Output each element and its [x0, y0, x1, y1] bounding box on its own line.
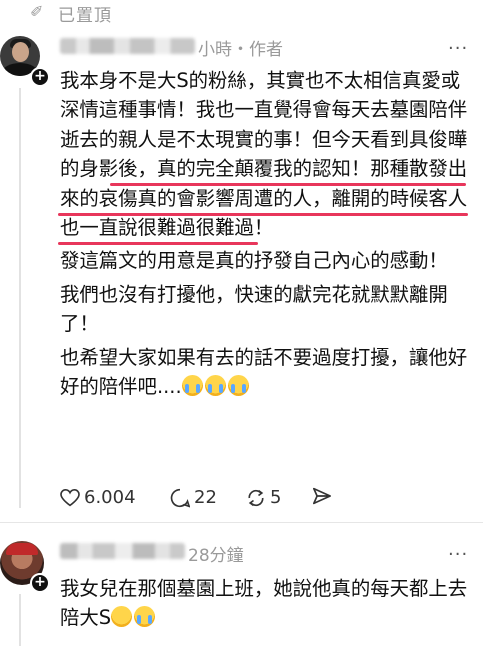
reply-meta: 28分鐘 — [188, 546, 244, 566]
crying-face-icon — [181, 375, 203, 397]
comment-button[interactable]: 22 — [170, 487, 217, 508]
follow-plus-icon[interactable]: + — [30, 573, 50, 593]
more-options-icon[interactable]: ... — [448, 33, 468, 54]
pin-icon: ✐ — [30, 2, 44, 21]
send-icon — [313, 487, 331, 505]
more-options-icon[interactable]: ... — [448, 539, 468, 560]
thread-line — [19, 594, 21, 646]
post-paragraph: 也希望大家如果有去的話不要過度打擾，讓他好好的陪伴吧.... — [60, 345, 468, 399]
repost-count: 5 — [270, 487, 282, 508]
thread-line — [19, 88, 21, 508]
highlight-underline — [58, 213, 468, 216]
comment-icon — [170, 488, 190, 507]
like-button[interactable]: 6.004 — [60, 487, 136, 508]
highlight-underline — [110, 183, 466, 186]
post-body: 我本身不是大S的粉絲，其實也不太相信真愛或深情這種事情！我也一直覺得會每天去墓園… — [60, 66, 472, 405]
comment-count: 22 — [194, 487, 217, 508]
share-button[interactable] — [312, 487, 332, 505]
pinned-label: 已置頂 — [58, 6, 112, 26]
reply-body: 我女兒在那個墓園上班，她說他真的每天都上去陪大S — [60, 574, 472, 633]
author-name-blurred[interactable] — [60, 38, 195, 54]
highlight-underline — [58, 242, 258, 245]
reply-name-blurred[interactable] — [60, 543, 185, 559]
like-count: 6.004 — [84, 487, 136, 508]
heart-icon — [60, 488, 80, 506]
crying-face-icon — [134, 606, 156, 628]
pleading-face-icon — [111, 606, 133, 628]
post-paragraph: 我們也沒有打擾他，快速的獻完花就默默離開了！ — [60, 282, 448, 336]
pinned-header: ✐ 已置頂 — [0, 0, 483, 26]
divider — [0, 522, 483, 523]
follow-plus-icon[interactable]: + — [30, 67, 50, 87]
post-paragraph: 發這篇文的用意是真的抒發自己內心的感動！ — [60, 249, 448, 273]
crying-face-icon — [204, 375, 226, 397]
repost-icon — [248, 489, 264, 506]
post-meta: 小時・作者 — [198, 40, 283, 60]
crying-face-icon — [227, 375, 249, 397]
repost-button[interactable]: 5 — [246, 487, 281, 508]
